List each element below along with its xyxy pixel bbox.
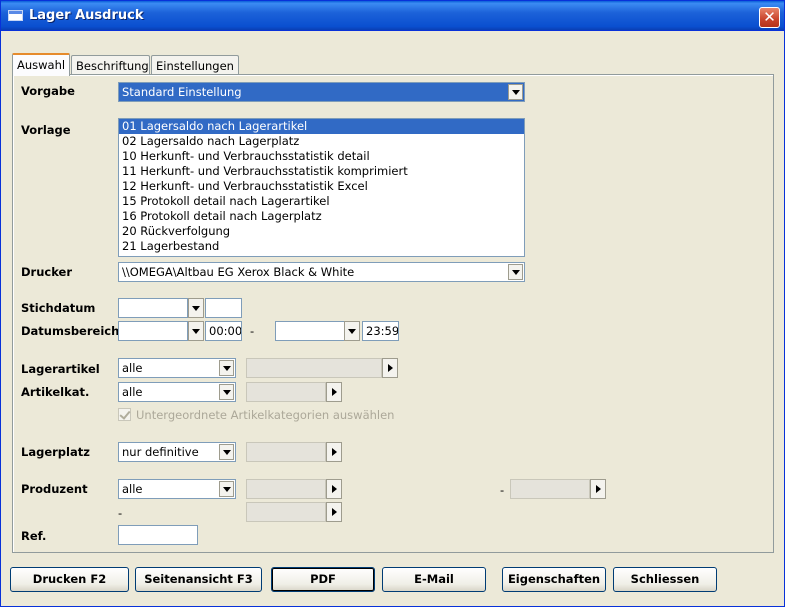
range-from-time-input[interactable]: 00:00: [205, 321, 242, 341]
title-bar: Lager Ausdruck ✕: [1, 1, 784, 31]
produzent-label: Produzent: [21, 482, 88, 496]
chevron-down-icon[interactable]: [219, 384, 234, 400]
vorgabe-label: Vorgabe: [21, 84, 75, 98]
chevron-down-icon[interactable]: [344, 321, 360, 341]
list-item[interactable]: 21 Lagerbestand: [119, 239, 524, 254]
lagerplatz-value: nur definitive: [122, 445, 199, 459]
lager-ausdruck-window: Lager Ausdruck ✕ Auswahl Beschriftung Ei…: [0, 0, 785, 607]
produzent-select[interactable]: alle: [118, 479, 236, 499]
produzent-range-field: [510, 479, 590, 499]
produzent-separator: -: [500, 483, 505, 497]
chevron-down-icon[interactable]: [188, 321, 204, 341]
artikelkat-label: Artikelkat.: [21, 385, 90, 399]
email-button[interactable]: E-Mail: [382, 567, 486, 592]
close-button[interactable]: ✕: [759, 7, 780, 28]
drucken-button[interactable]: Drucken F2: [10, 567, 129, 592]
list-item[interactable]: 10 Herkunft- und Verbrauchsstatistik det…: [119, 149, 524, 164]
lagerartikel-select[interactable]: alle: [118, 358, 236, 378]
chevron-down-icon[interactable]: [508, 264, 523, 280]
chevron-down-icon[interactable]: [219, 444, 234, 460]
ref-input[interactable]: [118, 525, 198, 545]
chevron-right-icon[interactable]: [382, 358, 398, 378]
datumsbereich-label: Datumsbereich: [21, 324, 120, 338]
tab-auswahl[interactable]: Auswahl: [12, 53, 70, 76]
ref-label: Ref.: [21, 529, 47, 543]
artikelkat-value: alle: [122, 385, 143, 399]
lagerartikel-label: Lagerartikel: [21, 362, 100, 376]
chevron-right-icon[interactable]: [590, 479, 606, 499]
vorlage-listbox[interactable]: 01 Lagersaldo nach Lagerartikel 02 Lager…: [118, 118, 525, 257]
produzent-value: alle: [122, 482, 143, 496]
vorgabe-value: Standard Einstellung: [122, 85, 242, 99]
window-title: Lager Ausdruck: [29, 8, 144, 23]
range-to-date-input[interactable]: [275, 321, 345, 341]
produzent-filter-field: [246, 479, 326, 499]
drucker-select[interactable]: \\OMEGA\Altbau EG Xerox Black & White: [118, 262, 525, 282]
chevron-right-icon[interactable]: [326, 382, 342, 402]
artikelkat-select[interactable]: alle: [118, 382, 236, 402]
tab-einstellungen[interactable]: Einstellungen: [151, 55, 239, 75]
chevron-down-icon[interactable]: [188, 298, 204, 318]
seitenansicht-button[interactable]: Seitenansicht F3: [135, 567, 262, 592]
chevron-down-icon[interactable]: [219, 360, 234, 376]
range-separator: -: [250, 324, 255, 338]
lagerplatz-select[interactable]: nur definitive: [118, 442, 236, 462]
range-to-time-input[interactable]: 23:59: [362, 321, 399, 341]
produzent-sub-field: [246, 502, 326, 522]
lagerplatz-label: Lagerplatz: [21, 445, 90, 459]
drucker-label: Drucker: [21, 265, 73, 279]
list-item[interactable]: 02 Lagersaldo nach Lagerplatz: [119, 134, 524, 149]
list-item[interactable]: 01 Lagersaldo nach Lagerartikel: [119, 119, 524, 134]
pdf-button[interactable]: PDF: [271, 567, 375, 592]
artikelkat-filter-field: [246, 382, 326, 402]
vorlage-label: Vorlage: [21, 123, 71, 137]
chevron-right-icon[interactable]: [326, 502, 342, 522]
stichdatum-time-input[interactable]: [205, 298, 242, 318]
list-item[interactable]: 16 Protokoll detail nach Lagerplatz: [119, 209, 524, 224]
chevron-right-icon[interactable]: [326, 442, 342, 462]
lagerartikel-filter-field: [246, 358, 382, 378]
window-icon: [8, 10, 23, 21]
untergeordnete-checkbox-label: Untergeordnete Artikelkategorien auswähl…: [136, 408, 395, 422]
stichdatum-label: Stichdatum: [21, 301, 96, 315]
list-item[interactable]: 20 Rückverfolgung: [119, 224, 524, 239]
eigenschaften-button[interactable]: Eigenschaften: [502, 567, 606, 592]
lagerplatz-filter-field: [246, 442, 326, 462]
tab-beschriftung[interactable]: Beschriftung: [71, 55, 150, 75]
list-item[interactable]: 15 Protokoll detail nach Lagerartikel: [119, 194, 524, 209]
vorgabe-select[interactable]: Standard Einstellung: [118, 82, 525, 102]
range-from-date-input[interactable]: [118, 321, 188, 341]
produzent-sub-separator: -: [118, 506, 123, 520]
drucker-value: \\OMEGA\Altbau EG Xerox Black & White: [122, 265, 355, 279]
untergeordnete-checkbox[interactable]: [118, 408, 131, 421]
chevron-down-icon[interactable]: [219, 481, 234, 497]
lagerartikel-value: alle: [122, 361, 143, 375]
stichdatum-date-input[interactable]: [118, 298, 188, 318]
chevron-right-icon[interactable]: [326, 479, 342, 499]
schliessen-button[interactable]: Schliessen: [613, 567, 717, 592]
chevron-down-icon[interactable]: [508, 84, 523, 100]
list-item[interactable]: 12 Herkunft- und Verbrauchsstatistik Exc…: [119, 179, 524, 194]
list-item[interactable]: 11 Herkunft- und Verbrauchsstatistik kom…: [119, 164, 524, 179]
